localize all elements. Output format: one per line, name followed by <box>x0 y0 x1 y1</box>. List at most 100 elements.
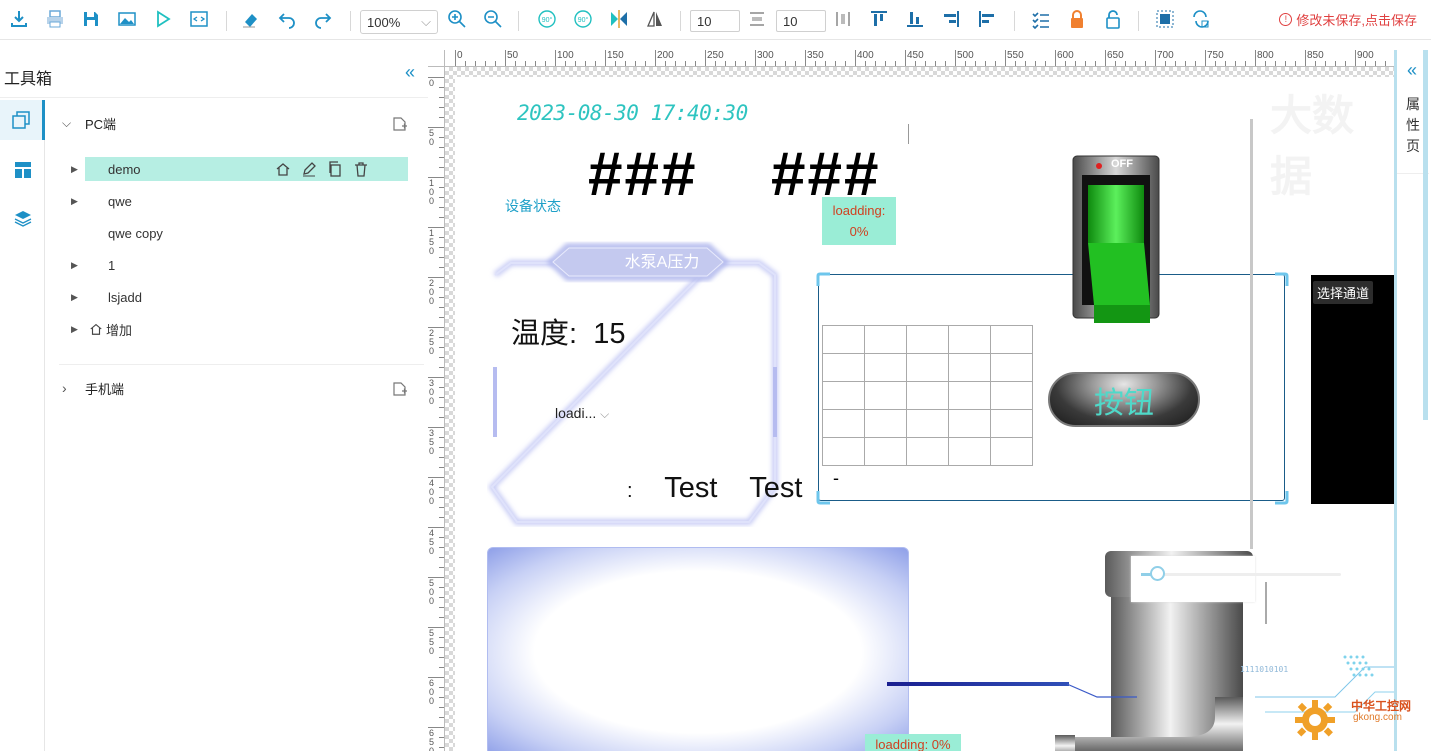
toolbar: 100% ⌵ 90° 90° ! 修改未保存,点击保存 <box>0 0 1431 40</box>
switch-graphic <box>1072 155 1160 323</box>
unsaved-notice-text: 修改未保存,点击保存 <box>1296 13 1417 28</box>
toggle-switch[interactable]: OFF <box>1072 155 1162 327</box>
checklist-icon[interactable] <box>1030 8 1052 30</box>
redo-icon[interactable] <box>312 8 334 30</box>
tree-item-qwe-copy[interactable]: qwe copy <box>85 221 408 245</box>
hash-text-1[interactable]: ### <box>588 139 697 210</box>
slider-track[interactable] <box>1141 573 1341 576</box>
chevron-right-icon[interactable]: › <box>62 380 67 396</box>
collapse-left-icon[interactable]: « <box>405 62 415 83</box>
edit-icon[interactable] <box>301 161 317 177</box>
action-button[interactable]: 按钮 <box>1048 372 1200 427</box>
code-icon[interactable] <box>188 8 210 30</box>
add-page-icon[interactable] <box>391 114 409 132</box>
horizontal-spacing-input[interactable] <box>690 10 740 32</box>
rotate-right-90-icon[interactable]: 90° <box>572 8 594 30</box>
rail-layout-button[interactable] <box>0 150 45 190</box>
tree-item-qwe[interactable]: ▶ qwe <box>71 189 408 213</box>
ruler-label: 350 <box>807 50 824 61</box>
dash-text: - <box>833 468 839 488</box>
ruler-label: 500 <box>429 578 435 606</box>
add-page-icon[interactable] <box>391 379 409 397</box>
test-text-1[interactable]: Test <box>664 472 717 504</box>
group-icon[interactable] <box>1154 8 1176 30</box>
pump-pressure-panel[interactable]: 水泵A压力 温度: 15 loadi... ⌵ : Test Test <box>487 237 802 527</box>
tree-item-lsjadd[interactable]: ▶ lsjadd <box>71 285 408 309</box>
caret-right-icon[interactable]: ▶ <box>71 260 81 271</box>
design-stage[interactable]: 大数据 2023-08-30 17:40:30 ### ### 设备状态 loa… <box>455 77 1394 751</box>
play-icon[interactable] <box>152 8 174 30</box>
unsaved-notice[interactable]: ! 修改未保存,点击保存 <box>1279 10 1417 29</box>
horizontal-spacing-icon[interactable] <box>746 8 768 30</box>
align-top-icon[interactable] <box>868 8 890 30</box>
ruler-tick <box>1025 61 1026 66</box>
rotate-left-90-icon[interactable]: 90° <box>536 8 558 30</box>
unlock-icon[interactable] <box>1102 8 1124 30</box>
slider-handle[interactable] <box>1150 566 1165 581</box>
align-right-icon[interactable] <box>940 8 962 30</box>
print-icon[interactable] <box>44 8 66 30</box>
ruler-tick <box>475 61 476 66</box>
loading-widget-2[interactable]: loadding: 0% <box>865 734 961 751</box>
zoom-out-icon[interactable] <box>482 8 504 30</box>
download-icon[interactable] <box>8 8 30 30</box>
caret-right-icon[interactable]: ▶ <box>71 196 81 207</box>
delete-icon[interactable] <box>353 161 369 177</box>
caret-right-icon[interactable]: ▶ <box>71 292 81 303</box>
copy-icon[interactable] <box>327 161 343 177</box>
zoom-select[interactable]: 100% ⌵ <box>360 10 438 34</box>
zoom-in-icon[interactable] <box>446 8 468 30</box>
ruler-tick <box>1125 61 1126 66</box>
test-text-2[interactable]: Test <box>749 472 802 504</box>
bottom-frame-panel[interactable] <box>487 547 909 751</box>
collapse-right-icon[interactable]: « <box>1407 60 1417 81</box>
flip-horizontal-icon[interactable] <box>608 8 630 30</box>
loading-select[interactable]: loadi... ⌵ <box>555 405 609 422</box>
tree-group-pc[interactable]: ⌵ PC端 <box>45 107 430 139</box>
canvas-border-left <box>445 67 455 751</box>
ruler-tick <box>1045 61 1046 66</box>
loading-widget-1[interactable]: loadding: 0% <box>822 197 896 245</box>
align-left-icon[interactable] <box>976 8 998 30</box>
align-bottom-icon[interactable] <box>904 8 926 30</box>
canvas-border-top <box>445 67 1394 77</box>
ruler-tick <box>439 197 444 198</box>
ruler-label: 600 <box>1057 50 1074 61</box>
eraser-icon[interactable] <box>240 8 262 30</box>
ruler-label: 200 <box>429 278 435 306</box>
flip-vertical-icon[interactable] <box>644 8 666 30</box>
ruler-tick <box>439 347 444 348</box>
tree-item-add[interactable]: ▶ 增加 <box>71 317 408 341</box>
ruler-tick <box>455 50 456 66</box>
vertical-spacing-input[interactable] <box>776 10 826 32</box>
ruler-label: 150 <box>607 50 624 61</box>
save-icon[interactable] <box>80 8 102 30</box>
datetime-widget[interactable]: 2023-08-30 17:40:30 <box>517 101 748 125</box>
vertical-spacing-icon[interactable] <box>832 8 854 30</box>
chevron-down-icon[interactable]: ⌵ <box>62 116 71 131</box>
ruler-tick <box>575 61 576 66</box>
right-scrollbar[interactable] <box>1423 50 1428 420</box>
image-icon[interactable] <box>116 8 138 30</box>
ruler-tick <box>745 61 746 66</box>
switch-state-label: OFF <box>1111 158 1133 170</box>
tree-item-demo[interactable]: ▶ demo <box>71 157 408 181</box>
ruler-tick <box>439 307 444 308</box>
ruler-tick <box>995 61 996 66</box>
tree-group-mobile[interactable]: › 手机端 <box>45 372 430 404</box>
ruler-tick <box>439 437 444 438</box>
caret-right-icon[interactable]: ▶ <box>71 324 81 335</box>
device-status-label[interactable]: 设备状态 <box>505 196 561 216</box>
select-channel-button[interactable]: 选择通道 <box>1313 281 1374 304</box>
home-icon[interactable] <box>275 161 291 177</box>
caret-right-icon[interactable]: ▶ <box>71 164 81 175</box>
rail-pages-button[interactable] <box>0 100 45 140</box>
ruler-tick <box>1325 61 1326 66</box>
lock-icon[interactable] <box>1066 8 1088 30</box>
rail-layers-button[interactable] <box>0 198 45 238</box>
ruler-label: 250 <box>429 328 435 356</box>
ungroup-icon[interactable] <box>1190 8 1212 30</box>
slider-widget[interactable] <box>1131 556 1341 602</box>
undo-icon[interactable] <box>276 8 298 30</box>
tree-item-1[interactable]: ▶ 1 <box>71 253 408 277</box>
